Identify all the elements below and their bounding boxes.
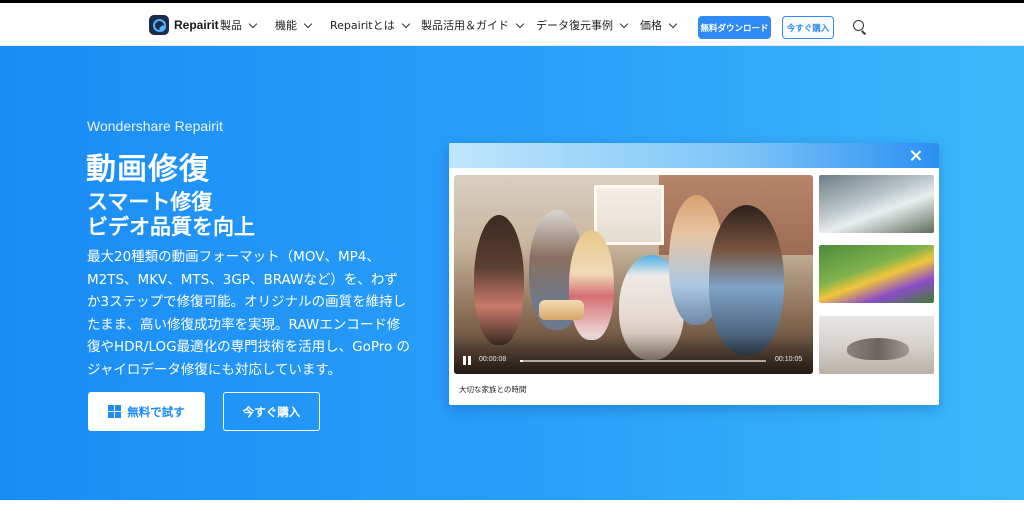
nav-item-label: 機能 — [275, 19, 297, 32]
thumbnail-picnic[interactable] — [819, 245, 934, 303]
hero-description: 最大20種類の動画フォーマット（MOV、MP4、 M2TS、MKV、MTS、3G… — [87, 246, 432, 381]
nav-item-features[interactable]: 機能 — [275, 15, 313, 35]
description-line: 復やHDR/LOG最適化の専門技術を活用し、GoPro の — [87, 339, 411, 355]
hero-eyebrow: Wondershare Repairit — [87, 118, 223, 134]
nav-item-label: 価格 — [640, 19, 662, 32]
video-cake — [539, 300, 584, 320]
thumbnail-wedding[interactable] — [819, 175, 934, 233]
video-person — [709, 205, 784, 355]
chevron-down-icon — [515, 19, 525, 28]
nav-item-about[interactable]: Repairitとは — [330, 15, 410, 35]
hero-subtitle: スマート修復 ビデオ品質を向上 — [87, 190, 255, 240]
description-line: ジャイロデータ修復にも対応しています。 — [87, 361, 342, 378]
hero-subtitle-line: ビデオ品質を向上 — [87, 215, 255, 239]
page-title: 動画修復 — [86, 152, 210, 187]
video-person — [474, 215, 524, 345]
video-total-time: 00:10:05 — [775, 356, 803, 363]
nav-item-label: Repairitとは — [330, 19, 395, 32]
nav-item-label: 製品 — [220, 19, 242, 32]
nav-item-cases[interactable]: データ復元事例 — [536, 15, 629, 35]
video-caption: 大切な家族との時間 — [459, 385, 527, 394]
download-button[interactable]: 無料ダウンロード — [698, 16, 771, 39]
description-line: 最大20種類の動画フォーマット（MOV、MP4、 — [87, 249, 380, 265]
video-progress-fill — [520, 360, 524, 362]
nav-item-guides[interactable]: 製品活用＆ガイド — [421, 15, 525, 35]
description-line: たまま、高い修復成功率を実現。RAWエンコード修 — [87, 316, 401, 333]
search-icon[interactable] — [853, 20, 867, 34]
page-bottom-area — [0, 500, 1024, 523]
video-player[interactable]: 00:00:08 00:10:05 — [454, 175, 813, 374]
description-line: か3ステップで修復可能。オリジナルの画質を維持し — [87, 294, 407, 310]
nav-item-label: データ復元事例 — [536, 19, 613, 32]
cat-figure — [847, 338, 909, 360]
repairit-logo-icon — [149, 15, 169, 35]
video-person — [569, 230, 614, 340]
chevron-down-icon — [248, 19, 258, 28]
windows-icon — [108, 405, 122, 418]
demo-window: 00:00:08 00:10:05 大切な家族との時間 — [449, 143, 939, 405]
navbar: Repairit 製品 機能 Repairitとは 製品活用＆ガイド データ復元… — [0, 3, 1024, 46]
nav-item-label: 製品活用＆ガイド — [421, 19, 509, 32]
description-line: M2TS、MKV、MTS、3GP、BRAWなど）を、わず — [87, 271, 398, 288]
nav-item-products[interactable]: 製品 — [220, 15, 258, 35]
chevron-down-icon — [401, 19, 410, 28]
video-progress-bar[interactable] — [520, 360, 766, 362]
chevron-down-icon — [303, 19, 313, 28]
free-trial-button[interactable]: 無料で試す — [88, 392, 205, 431]
pause-icon[interactable] — [463, 356, 471, 365]
close-icon[interactable] — [910, 150, 921, 161]
chevron-down-icon — [668, 19, 678, 28]
chevron-down-icon — [619, 19, 629, 28]
hero-subtitle-line: スマート修復 — [87, 190, 213, 214]
video-background-window — [594, 185, 664, 245]
hero-section: Wondershare Repairit 動画修復 スマート修復 ビデオ品質を向… — [0, 46, 1024, 500]
brand-name: Repairit — [174, 18, 219, 32]
video-controls-shade — [454, 334, 813, 374]
nav-item-pricing[interactable]: 価格 — [640, 15, 678, 35]
brand-logo-link[interactable]: Repairit — [149, 15, 219, 35]
demo-titlebar — [449, 143, 939, 168]
buy-now-button[interactable]: 今すぐ購入 — [782, 16, 834, 39]
hero-buy-button[interactable]: 今すぐ購入 — [223, 392, 320, 431]
thumbnail-cat[interactable] — [819, 316, 934, 374]
free-trial-label: 無料で試す — [127, 404, 185, 419]
video-current-time: 00:00:08 — [479, 356, 507, 363]
